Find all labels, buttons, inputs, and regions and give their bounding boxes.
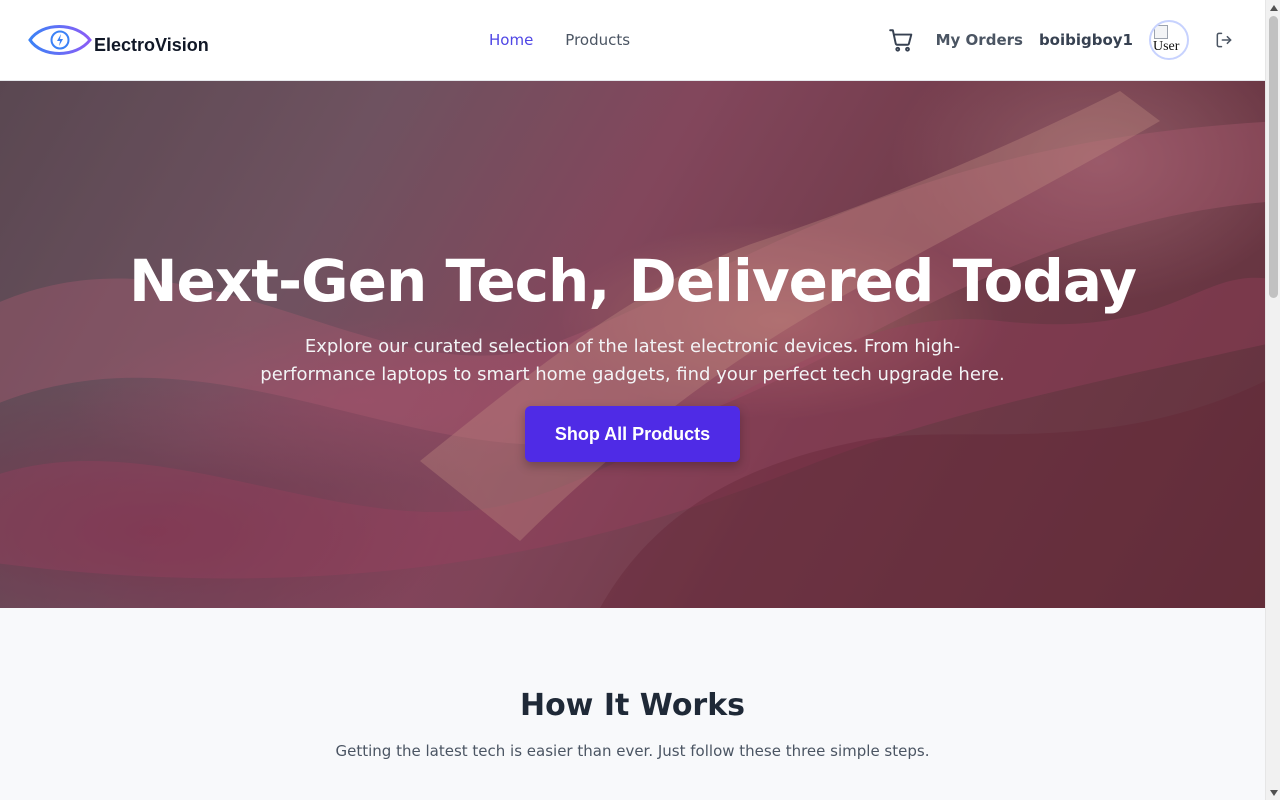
avatar-alt-text: User xyxy=(1153,39,1180,54)
scroll-up-arrow-icon[interactable] xyxy=(1266,0,1280,15)
hero-section: Next-Gen Tech, Delivered Today Explore o… xyxy=(0,81,1265,608)
broken-image-icon xyxy=(1154,25,1168,39)
brand-name: ElectroVision xyxy=(94,34,209,55)
scroll-down-arrow-icon[interactable] xyxy=(1266,785,1280,800)
page-scrollbar[interactable] xyxy=(1265,0,1280,800)
cart-button[interactable] xyxy=(888,27,914,53)
shop-all-products-button[interactable]: Shop All Products xyxy=(525,406,740,462)
hero-subtitle: Explore our curated selection of the lat… xyxy=(260,336,1005,385)
nav-home-link[interactable]: Home xyxy=(489,31,533,49)
how-it-works-title: How It Works xyxy=(519,688,746,723)
my-orders-link[interactable]: My Orders xyxy=(936,31,1023,49)
logout-icon xyxy=(1216,32,1232,48)
hero-title: Next-Gen Tech, Delivered Today xyxy=(128,247,1137,315)
brand-logo[interactable]: ElectroVision xyxy=(28,19,209,61)
page: ElectroVision Home Products My Orders bo… xyxy=(0,0,1265,800)
how-it-works-subtitle: Getting the latest tech is easier than e… xyxy=(335,742,930,760)
user-actions: My Orders boibigboy1 User xyxy=(888,20,1235,60)
logout-button[interactable] xyxy=(1213,29,1235,51)
nav-products-link[interactable]: Products xyxy=(565,31,630,49)
main-nav: Home Products xyxy=(489,31,630,49)
username-label[interactable]: boibigboy1 xyxy=(1039,31,1133,49)
avatar[interactable]: User xyxy=(1149,20,1189,60)
site-header: ElectroVision Home Products My Orders bo… xyxy=(0,0,1265,81)
eye-bolt-logo-icon xyxy=(28,25,92,55)
cart-icon xyxy=(888,29,912,52)
scrollbar-thumb[interactable] xyxy=(1269,16,1278,298)
